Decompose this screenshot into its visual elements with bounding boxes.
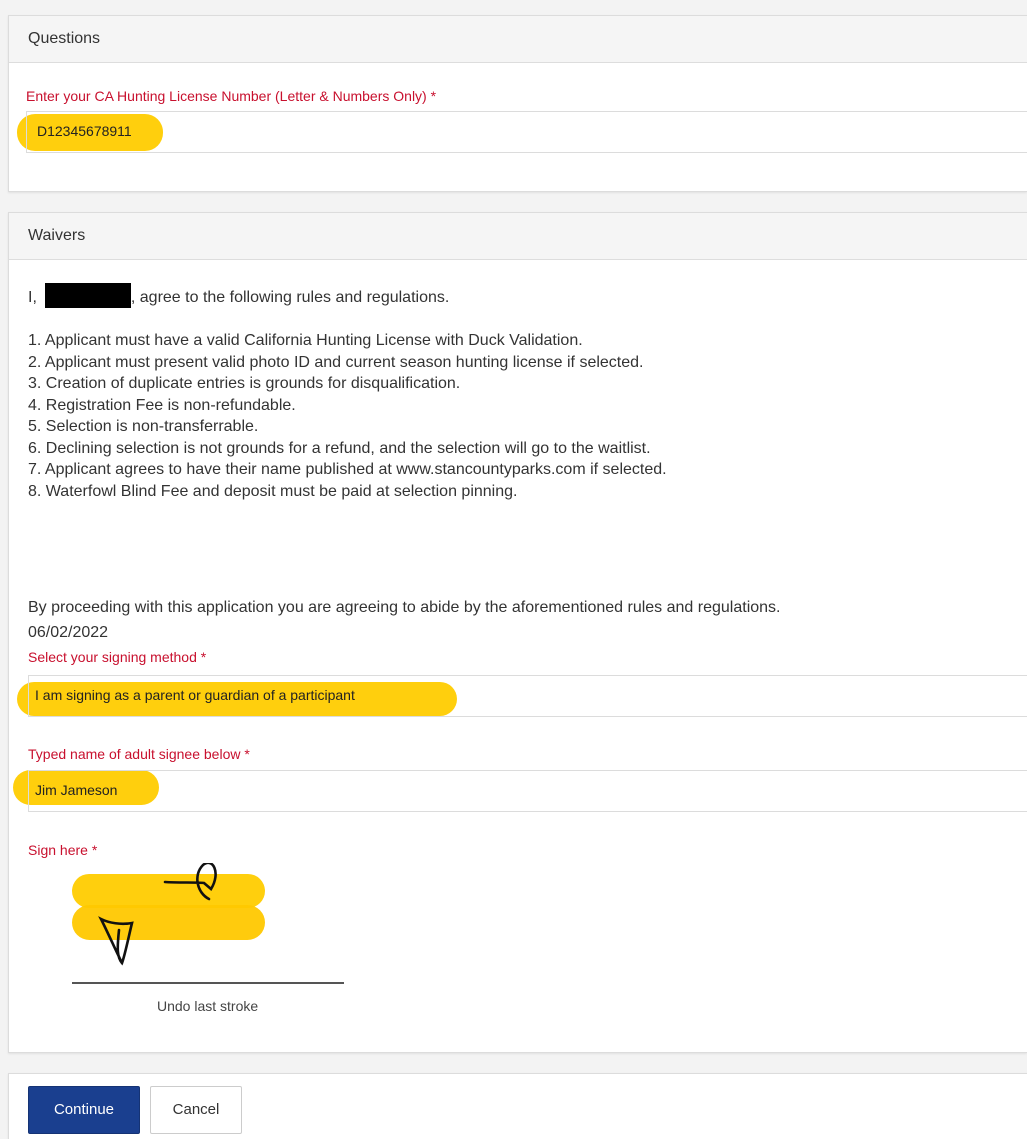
waivers-panel: Waivers I, , agree to the following rules… <box>8 212 1027 1053</box>
rule-item: 3. Creation of duplicate entries is grou… <box>28 375 461 392</box>
rule-item: 2. Applicant must present valid photo ID… <box>28 353 644 371</box>
license-number-input[interactable]: D12345678911 <box>26 111 1027 153</box>
rule-item: 5. Selection is non-transferrable. <box>28 418 259 435</box>
questions-heading: Questions <box>9 16 1027 63</box>
continue-button[interactable]: Continue <box>28 1086 140 1134</box>
signature-underline <box>72 982 344 984</box>
typed-name-value: Jim Jameson <box>35 782 118 798</box>
sign-here-label: Sign here * <box>28 842 98 858</box>
rule-item: 6. Declining selection is not grounds fo… <box>28 439 651 457</box>
agreement-suffix: , agree to the following rules and regul… <box>130 289 450 306</box>
signature-pad[interactable]: Undo last stroke <box>69 863 354 1014</box>
closing-statement: By proceeding with this application you … <box>28 599 781 616</box>
cancel-button[interactable]: Cancel <box>150 1086 242 1134</box>
signing-method-label: Select your signing method * <box>28 649 207 665</box>
agreement-statement: I, , agree to the following rules and reg… <box>28 283 449 309</box>
rule-item: 7. Applicant agrees to have their name p… <box>28 461 667 478</box>
waivers-heading: Waivers <box>9 213 1027 260</box>
signing-method-value: I am signing as a parent or guardian of … <box>35 687 355 703</box>
undo-last-stroke-button[interactable]: Undo last stroke <box>157 998 258 1014</box>
redacted-name <box>44 283 131 308</box>
page: Questions Enter your CA Hunting License … <box>0 0 1027 1139</box>
rule-item: 4. Registration Fee is non-refundable. <box>28 396 296 414</box>
typed-name-label: Typed name of adult signee below * <box>28 746 250 762</box>
agreement-prefix: I, <box>28 289 37 306</box>
actions-panel: Continue Cancel <box>8 1073 1027 1139</box>
questions-panel: Questions Enter your CA Hunting License … <box>8 15 1027 192</box>
rules-list: 1. Applicant must have a valid Californi… <box>28 330 667 502</box>
rule-item: 1. Applicant must have a valid Californi… <box>28 332 583 349</box>
license-number-value: D12345678911 <box>37 123 132 139</box>
signature-strokes <box>98 863 217 966</box>
waiver-date: 06/02/2022 <box>28 624 109 641</box>
rule-item: 8. Waterfowl Blind Fee and deposit must … <box>28 482 518 500</box>
typed-name-input[interactable]: Jim Jameson <box>28 770 1027 812</box>
license-number-label: Enter your CA Hunting License Number (Le… <box>26 88 437 104</box>
signing-method-select[interactable]: I am signing as a parent or guardian of … <box>28 675 1027 717</box>
